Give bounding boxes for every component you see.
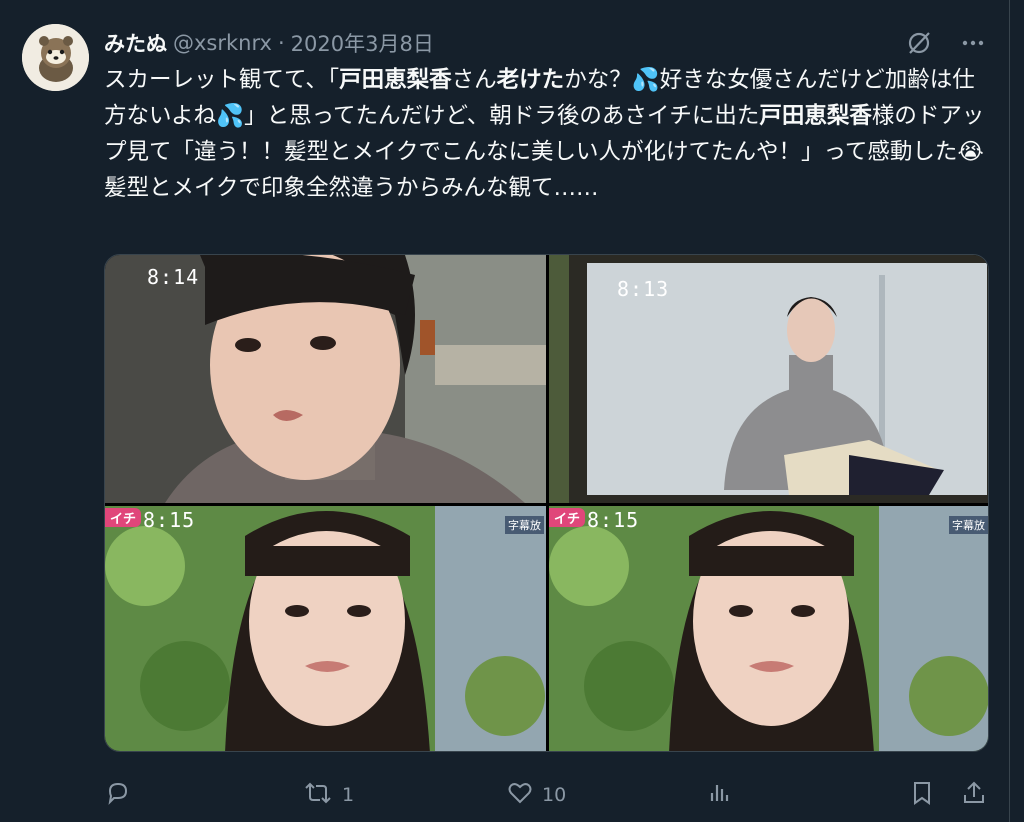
separator: · [277, 31, 285, 55]
views-icon [706, 779, 734, 812]
share-icon [960, 779, 988, 812]
author-handle[interactable]: @xsrknrx [173, 31, 272, 55]
caption-indicator: 字幕放 [505, 516, 544, 534]
media-grid: 8:14 8:13 イチ 8:15 字幕放 イチ 8:15 字幕放 [104, 254, 989, 752]
channel-badge: イチ [105, 508, 142, 527]
heart-icon [506, 779, 534, 812]
avatar[interactable] [22, 24, 89, 91]
tweet[interactable]: みたぬ @xsrknrx · 2020年3月8日 スカーレット観てて、「戸田恵梨… [0, 0, 1024, 822]
bold-segment: 戸田恵梨香 [339, 67, 452, 93]
timestamp-overlay: 8:15 [143, 508, 196, 532]
more-icon[interactable] [956, 26, 990, 60]
tweet-header: みたぬ @xsrknrx · 2020年3月8日 [104, 26, 434, 60]
like-count: 10 [542, 784, 567, 806]
reply-icon [104, 779, 132, 812]
share-button[interactable] [960, 778, 988, 812]
media-image-4[interactable]: イチ 8:15 字幕放 [549, 506, 988, 751]
bold-segment: 戸田恵梨香 [759, 103, 872, 129]
views-button[interactable] [706, 778, 734, 812]
bold-segment: 老けた [496, 67, 565, 93]
retweet-count: 1 [342, 784, 355, 806]
timestamp-overlay: 8:13 [617, 277, 670, 301]
tweet-text: スカーレット観てて、「戸田恵梨香さん老けたかな？💦好きな女優さんだけど加齢は仕方… [104, 62, 1006, 206]
top-actions [902, 26, 990, 60]
timestamp-overlay: 8:15 [587, 508, 640, 532]
caption-indicator: 字幕放 [949, 516, 988, 534]
media-image-1[interactable]: 8:14 [105, 255, 546, 503]
author-name[interactable]: みたぬ [104, 28, 167, 58]
reply-button[interactable] [104, 778, 140, 812]
media-image-2[interactable]: 8:13 [549, 255, 988, 503]
text-segment: さん [451, 67, 497, 93]
channel-badge: イチ [549, 508, 586, 527]
like-button[interactable]: 10 [506, 778, 566, 812]
timestamp-overlay: 8:14 [147, 265, 200, 289]
grok-icon[interactable] [902, 26, 936, 60]
media-image-3[interactable]: イチ 8:15 字幕放 [105, 506, 546, 751]
bookmark-icon [908, 779, 936, 812]
tweet-date[interactable]: 2020年3月8日 [291, 28, 434, 58]
text-segment: スカーレット観てて、「 [104, 67, 340, 93]
retweet-button[interactable]: 1 [302, 778, 354, 812]
action-bar: 1 10 [104, 778, 989, 812]
retweet-icon [302, 779, 334, 812]
bookmark-button[interactable] [908, 778, 936, 812]
